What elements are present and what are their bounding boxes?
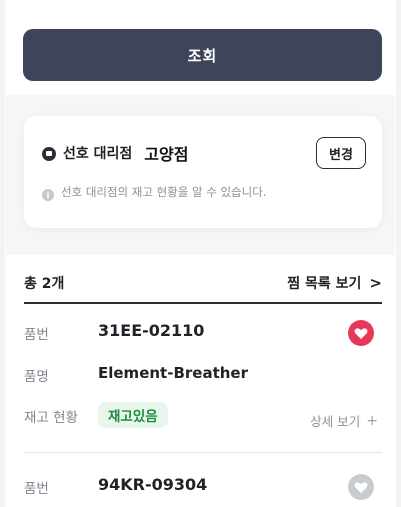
result-count: 총 2개 [24, 276, 65, 292]
heart-outline-icon[interactable] [348, 474, 374, 500]
detail-view-link[interactable]: 상세 보기 + [310, 411, 378, 430]
name-label: 품명 [24, 369, 49, 385]
store-icon [42, 146, 56, 161]
plus-icon: + [366, 412, 378, 429]
part-no-label: 품번 [24, 481, 49, 497]
list-item: 품번 31EE-02110 품명 Element-Breather 재고 현황 … [24, 318, 382, 438]
right-edge [396, 0, 401, 507]
wishlist-link[interactable]: 찜 목록 보기 > [287, 273, 382, 293]
wishlist-label: 찜 목록 보기 [287, 276, 362, 292]
left-edge [0, 0, 5, 507]
stock-label: 재고 현황 [24, 410, 78, 426]
results-divider [24, 302, 382, 304]
info-icon [42, 186, 54, 201]
search-button[interactable]: 조회 [23, 29, 382, 81]
screen: 조회 선호 대리점 고양점 변경 선호 대리점의 재고 현황을 알 수 있습니다… [0, 0, 401, 507]
part-no-value: 31EE-02110 [98, 321, 205, 340]
preferred-store-card: 선호 대리점 고양점 변경 선호 대리점의 재고 현황을 알 수 있습니다. [24, 116, 382, 228]
change-store-button[interactable]: 변경 [316, 137, 366, 169]
item-divider [24, 452, 382, 453]
stock-status-badge: 재고있음 [98, 402, 168, 428]
store-info: 선호 대리점의 재고 현황을 알 수 있습니다. [42, 184, 267, 201]
store-label: 선호 대리점 [63, 146, 133, 162]
list-item: 품번 94KR-09304 [24, 472, 382, 507]
name-value: Element-Breather [98, 364, 248, 382]
heart-filled-icon[interactable] [348, 320, 374, 346]
part-no-label: 품번 [24, 327, 49, 343]
detail-label: 상세 보기 [310, 414, 361, 429]
store-info-text: 선호 대리점의 재고 현황을 알 수 있습니다. [61, 185, 267, 199]
part-no-value: 94KR-09304 [98, 475, 208, 494]
store-name: 고양점 [144, 145, 189, 164]
store-row: 선호 대리점 고양점 [42, 141, 188, 165]
results-header: 총 2개 찜 목록 보기 > [24, 270, 382, 296]
chevron-right-icon: > [369, 274, 382, 292]
